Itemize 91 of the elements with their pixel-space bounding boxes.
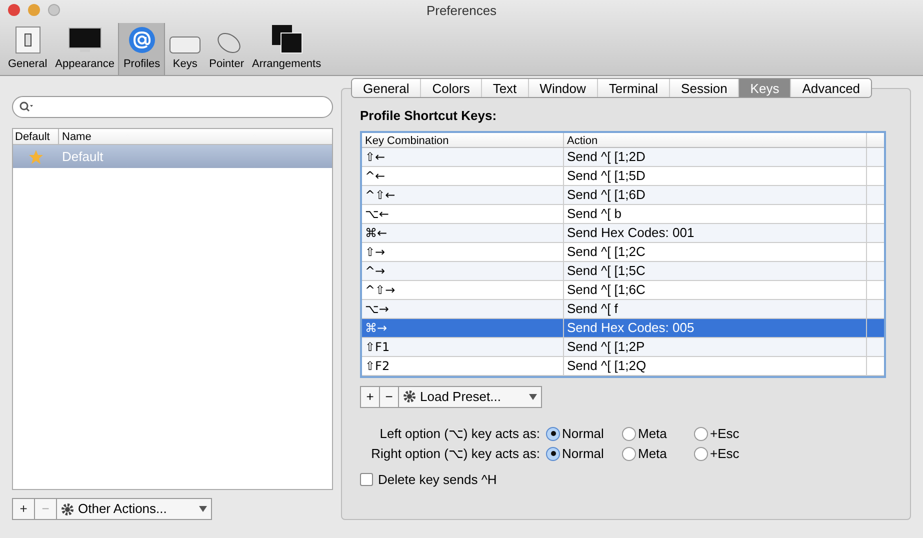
column-header[interactable]: Key Combination: [362, 132, 564, 146]
key-combination: ⇧→: [362, 242, 564, 260]
action-text: Send ^[ f: [564, 300, 867, 318]
keyboard-icon: [169, 36, 202, 54]
action-text: Send ^[ [1;2D: [564, 148, 867, 166]
radio-label: Meta: [638, 444, 667, 463]
shortcut-row[interactable]: ^← Send ^[ [1;5D: [362, 166, 884, 186]
action-text: Send ^[ [1;6D: [564, 186, 867, 204]
radio-button[interactable]: [546, 426, 560, 440]
radio-label: Meta: [638, 424, 667, 443]
key-combination: ^⇧←: [362, 186, 564, 204]
close-icon[interactable]: [8, 4, 20, 16]
action-text: Send Hex Codes: 005: [564, 318, 867, 336]
at-sign-icon: [128, 26, 156, 54]
key-combination: ⌘←: [362, 224, 564, 242]
windows-icon: [270, 24, 303, 54]
key-combination: ⌘→: [362, 318, 564, 336]
shortcut-row[interactable]: ⌘← Send Hex Codes: 001: [362, 224, 884, 242]
column-header[interactable]: Action: [564, 132, 867, 146]
gear-icon: [61, 502, 74, 516]
key-combination: ^→: [362, 262, 564, 280]
radio-button[interactable]: [622, 426, 636, 440]
column-header[interactable]: Name: [59, 129, 94, 144]
action-text: Send ^[ [1;5C: [564, 262, 867, 280]
caret-icon: [199, 506, 207, 512]
action-text: Send ^[ [1;2P: [564, 338, 867, 356]
key-combination: ^←: [362, 166, 564, 184]
monitor-icon: [68, 26, 102, 54]
action-text: Send ^[ [1;6C: [564, 280, 867, 298]
toolbar-button[interactable]: Profiles: [118, 23, 166, 75]
caret-icon: [529, 394, 537, 400]
shortcut-row[interactable]: ^⇧← Send ^[ [1;6D: [362, 186, 884, 204]
action-text: Send ^[ b: [564, 204, 867, 222]
shortcut-list-button[interactable]: +: [360, 386, 380, 408]
radio-label: Normal: [562, 424, 604, 443]
action-text: Send Hex Codes: 001: [564, 224, 867, 242]
action-text: Send ^[ [1;2Q: [564, 356, 867, 374]
section-title: Profile Shortcut Keys:: [360, 107, 498, 125]
switch-icon: [14, 26, 41, 54]
toolbar-button[interactable]: General: [4, 23, 52, 75]
key-combination: ⌥←: [362, 204, 564, 222]
key-combination: ⇧←: [362, 148, 564, 166]
profile-list-button[interactable]: +: [12, 498, 35, 520]
shortcut-row[interactable]: ^⇧→ Send ^[ [1;6C: [362, 280, 884, 300]
window-title: Preferences: [426, 2, 497, 20]
shortcut-row[interactable]: ⇧→ Send ^[ [1;2C: [362, 242, 884, 262]
tab[interactable]: Terminal: [596, 79, 670, 97]
toolbar-button[interactable]: Keys: [165, 23, 206, 75]
action-text: Send ^[ [1;5D: [564, 166, 867, 184]
tab[interactable]: Advanced: [790, 79, 872, 97]
key-combination: ^⇧→: [362, 280, 564, 298]
tab[interactable]: Text: [480, 79, 528, 97]
column-header[interactable]: Default: [13, 129, 59, 144]
zoom-icon[interactable]: [48, 4, 60, 16]
other-actions-dropdown[interactable]: Other Actions...: [56, 498, 212, 520]
search-icon: [19, 101, 33, 113]
checkbox-label: Delete key sends ^H: [378, 470, 497, 489]
radio-label: +Esc: [710, 444, 740, 463]
radio-button[interactable]: [694, 426, 708, 440]
toolbar-button[interactable]: Appearance: [51, 23, 118, 75]
tab[interactable]: Session: [669, 79, 738, 97]
radio-button[interactable]: [694, 446, 708, 460]
option-label: Right option (⌥) key acts as:: [370, 444, 541, 463]
shortcut-list-button[interactable]: −: [379, 386, 399, 408]
search-field[interactable]: [12, 96, 333, 118]
shortcut-row[interactable]: ⌥→ Send ^[ f: [362, 300, 884, 318]
tab[interactable]: Colors: [420, 79, 481, 97]
profile-name: Default: [62, 148, 104, 166]
radio-button[interactable]: [622, 446, 636, 460]
shortcut-row[interactable]: ⌘→ Send Hex Codes: 005: [362, 318, 884, 338]
shortcut-row[interactable]: ⇧← Send ^[ [1;2D: [362, 148, 884, 166]
shortcut-row[interactable]: ⇧F2 Send ^[ [1;2Q: [362, 356, 884, 376]
radio-button[interactable]: [546, 446, 560, 460]
tab[interactable]: General: [352, 79, 420, 97]
gear-icon: [403, 390, 416, 403]
toolbar-button[interactable]: Arrangements: [248, 23, 326, 75]
key-combination: ⇧F1: [362, 338, 564, 356]
key-combination: ⇧F2: [362, 356, 564, 374]
shortcut-row[interactable]: ^→ Send ^[ [1;5C: [362, 262, 884, 280]
shortcut-row[interactable]: ⇧F1 Send ^[ [1;2P: [362, 338, 884, 356]
toolbar-button[interactable]: Pointer: [205, 23, 248, 75]
radio-label: Normal: [562, 444, 604, 463]
key-combination: ⌥→: [362, 300, 564, 318]
radio-label: +Esc: [710, 424, 740, 443]
shortcut-row[interactable]: ⌥← Send ^[ b: [362, 204, 884, 224]
action-text: Send ^[ [1;2C: [564, 242, 867, 260]
tab[interactable]: Window: [528, 79, 597, 97]
minimize-icon[interactable]: [28, 4, 40, 16]
load-preset-dropdown[interactable]: Load Preset...: [398, 386, 542, 408]
checkbox[interactable]: [360, 472, 373, 486]
option-label: Left option (⌥) key acts as:: [378, 424, 541, 443]
